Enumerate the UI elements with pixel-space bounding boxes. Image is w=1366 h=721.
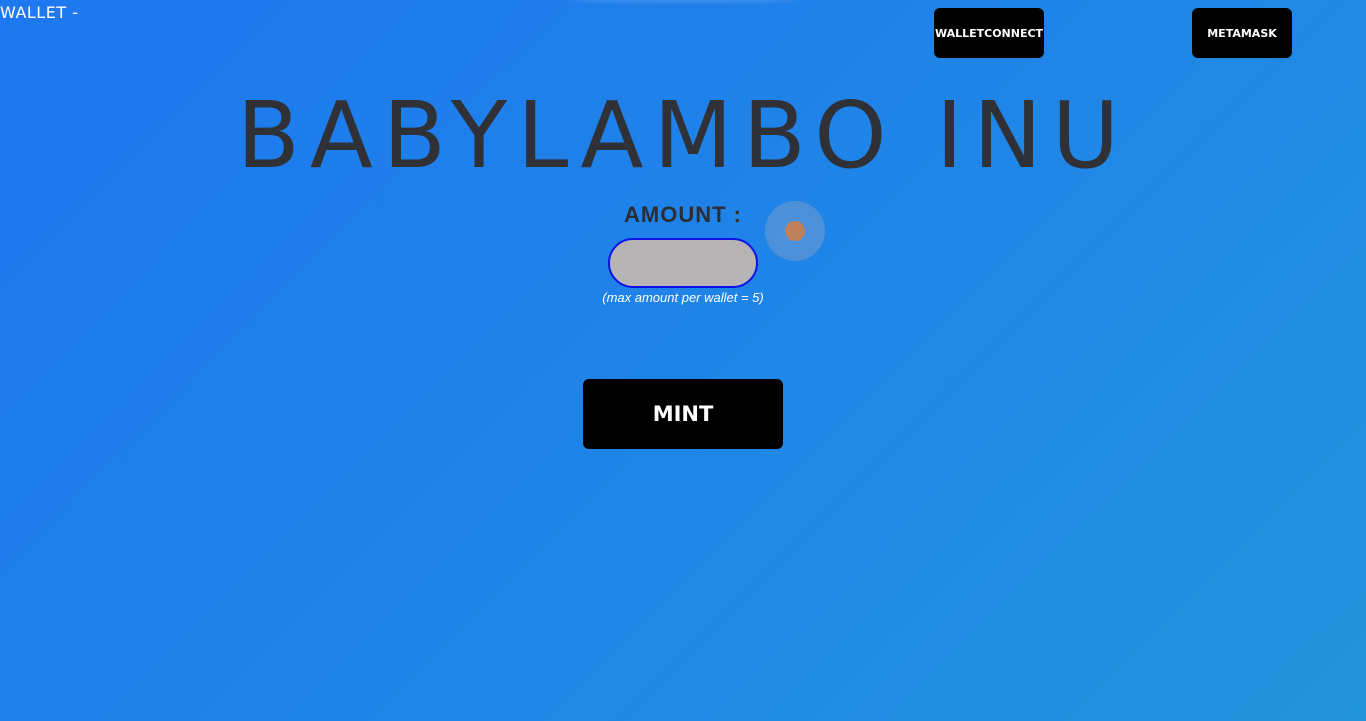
cursor-dot [785, 221, 805, 241]
amount-input[interactable] [608, 238, 758, 288]
wallet-status: WALLET - [0, 3, 79, 22]
amount-label: AMOUNT : [624, 202, 742, 227]
page-title: BABYLAMBO INU [236, 82, 1130, 189]
walletconnect-button[interactable]: WALLETCONNECT [934, 8, 1044, 58]
metamask-button[interactable]: METAMASK [1192, 8, 1292, 58]
top-glow-decoration [570, 0, 800, 2]
max-amount-note: (max amount per wallet = 5) [602, 290, 764, 305]
mint-button[interactable]: MINT [583, 379, 783, 449]
cursor-indicator-icon [765, 201, 825, 261]
